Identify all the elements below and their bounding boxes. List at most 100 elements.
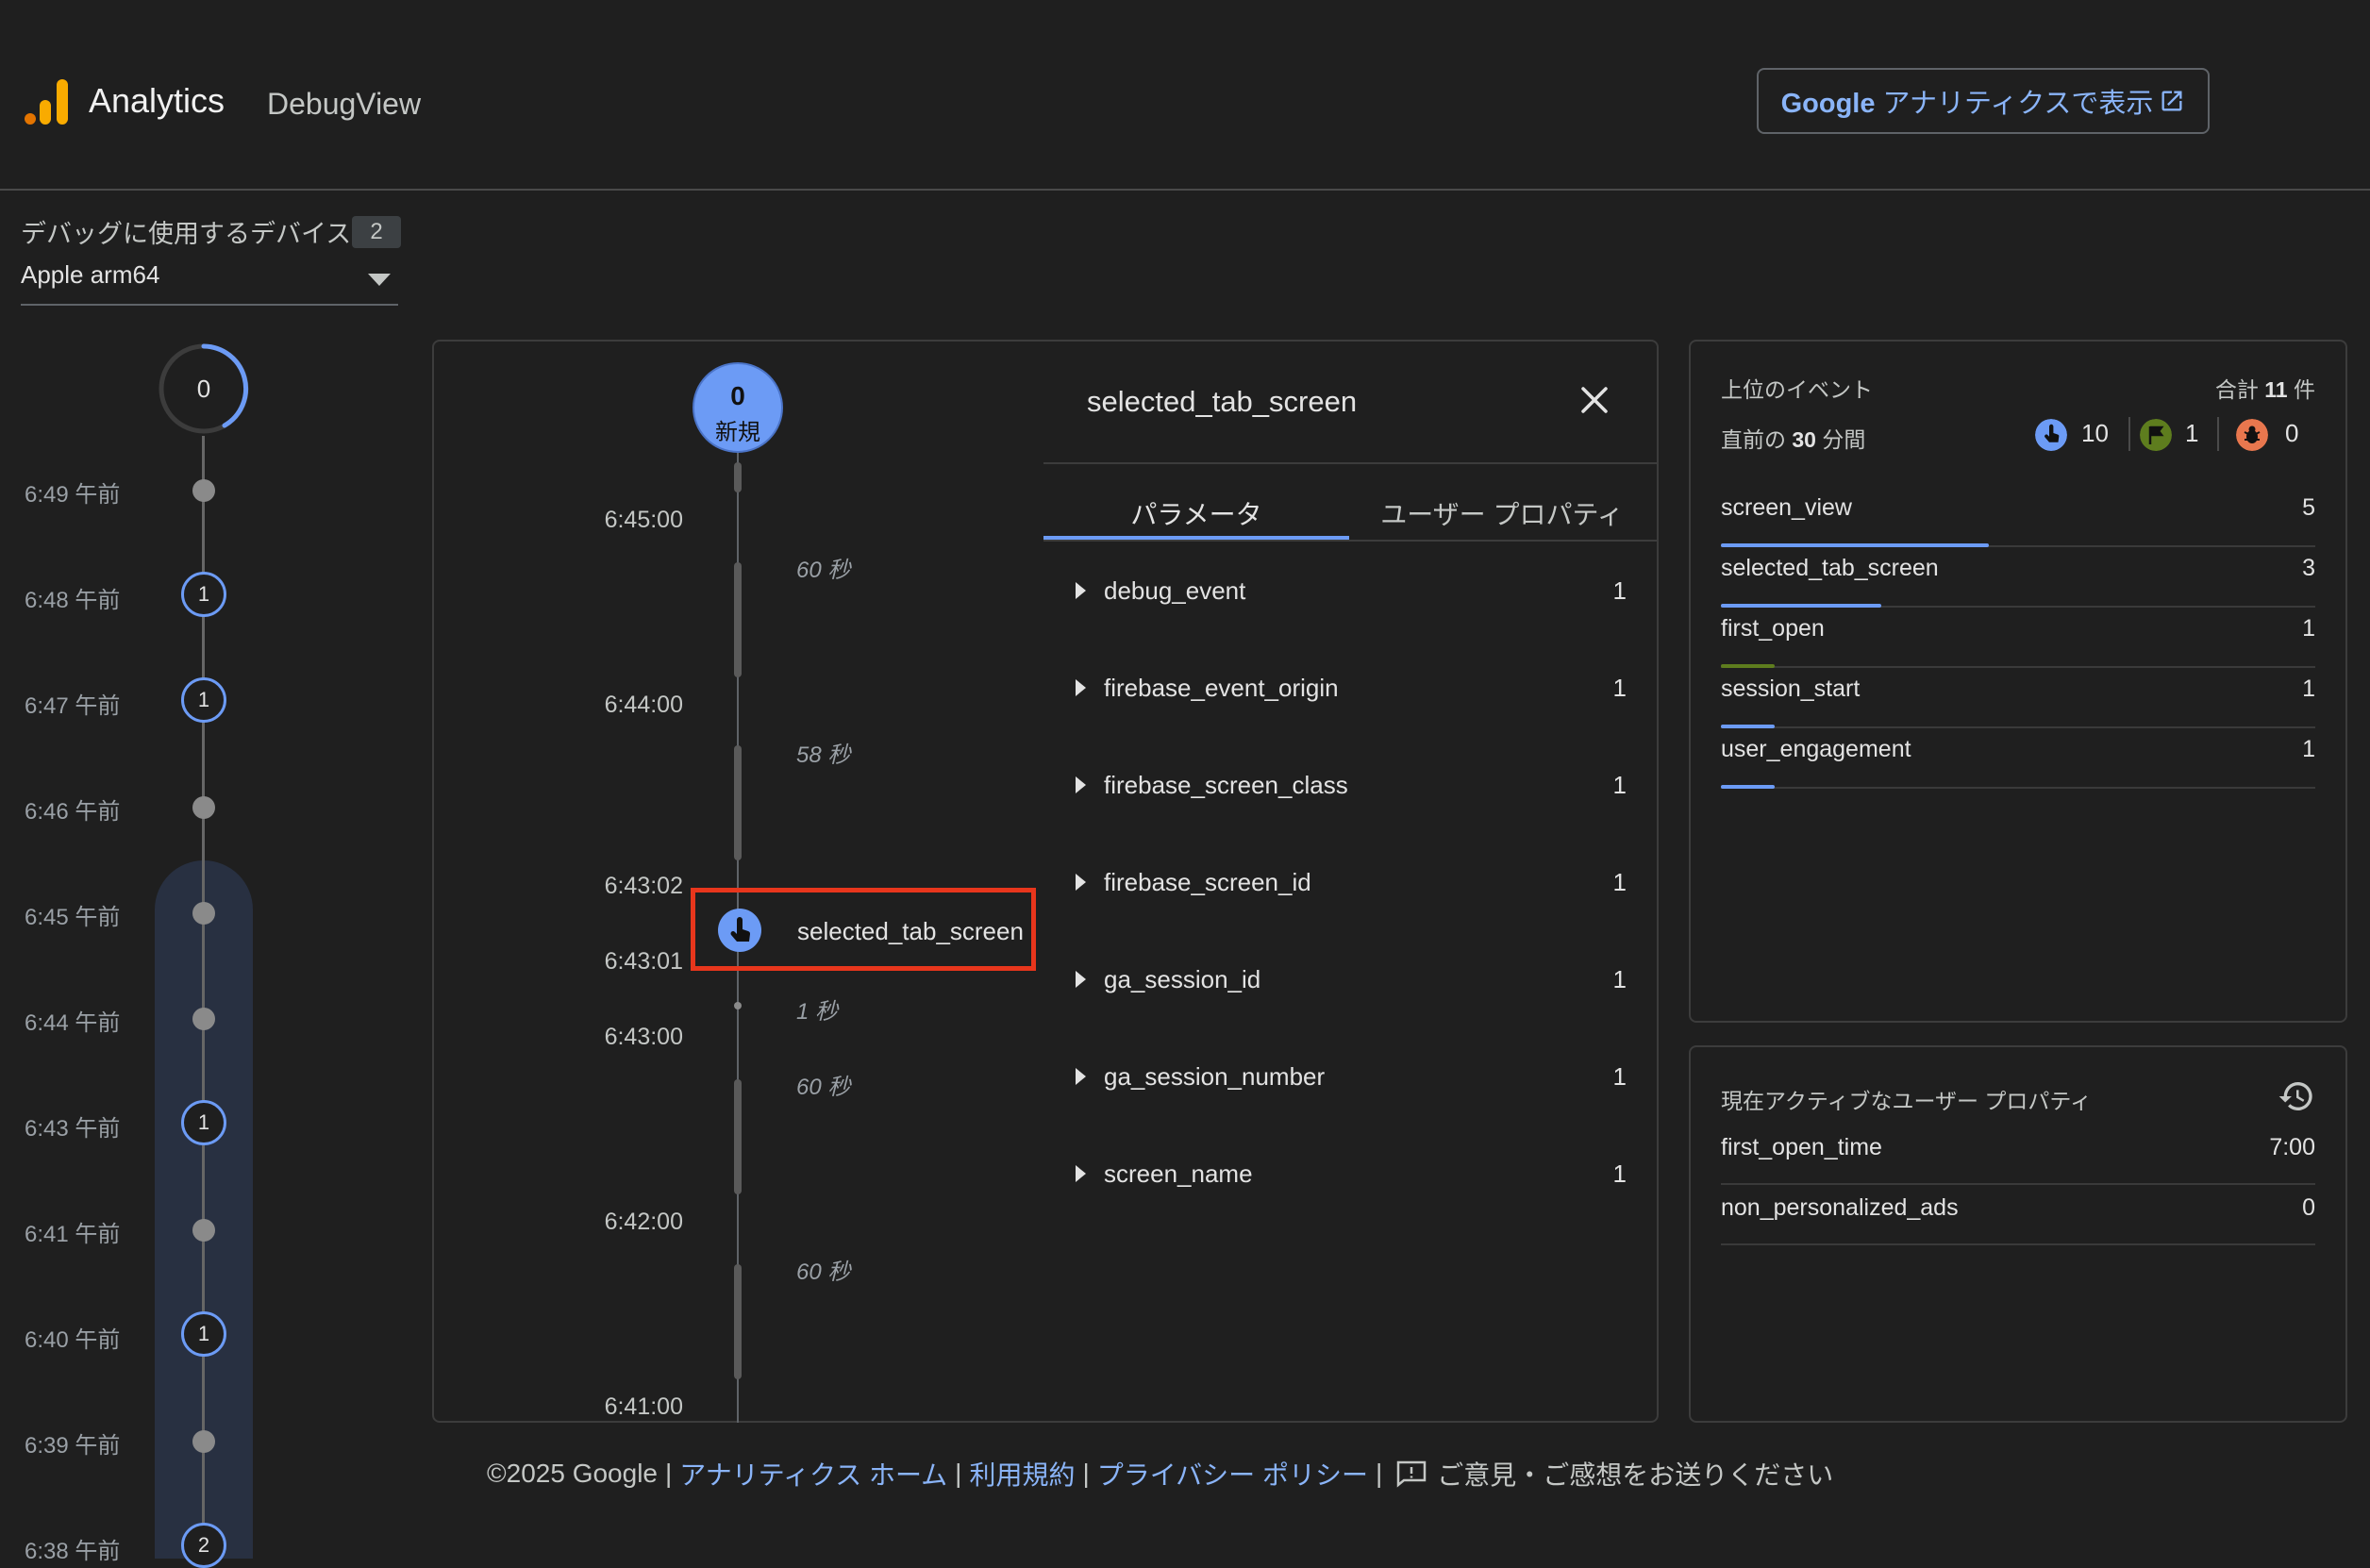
user-property-row[interactable]: non_personalized_ads 0 (1721, 1189, 2315, 1245)
counter-separator (2217, 417, 2219, 451)
timeline-time-label: 6:43:01 (604, 948, 683, 975)
minute-row[interactable]: 6:45 午前 (0, 892, 264, 930)
device-select-value: Apple arm64 (21, 260, 160, 289)
tab-divider (1043, 540, 1657, 542)
minute-event-count[interactable]: 1 (181, 677, 226, 723)
user-property-name: first_open_time (1721, 1134, 1882, 1160)
expand-caret-icon (1076, 776, 1086, 793)
param-row-screen-name[interactable]: screen_name 1 (1072, 1159, 1627, 1197)
minute-empty-dot (192, 479, 215, 502)
param-row-ga-session-number[interactable]: ga_session_number 1 (1072, 1062, 1627, 1100)
timeline-gap-bar (734, 562, 742, 677)
period-prefix: 直前の (1721, 427, 1793, 452)
conversion-flag-icon (2140, 419, 2172, 451)
timeline-time-label: 6:43:00 (604, 1024, 683, 1050)
total-suffix: 件 (2287, 377, 2315, 402)
footer-link-analytics-home[interactable]: アナリティクス ホーム (679, 1455, 947, 1493)
param-row-firebase-screen-id[interactable]: firebase_screen_id 1 (1072, 868, 1627, 906)
total-count: 11 (2264, 377, 2288, 402)
minute-label: 6:40 午前 (25, 1327, 121, 1353)
timeline-time-label: 6:44:00 (604, 692, 683, 718)
minute-row[interactable]: 6:39 午前 (0, 1421, 264, 1459)
close-icon[interactable] (1577, 383, 1611, 417)
param-value: 1 (1612, 674, 1627, 702)
top-event-row-selected-tab-screen[interactable]: selected_tab_screen 3 (1721, 547, 2315, 608)
minute-label: 6:44 午前 (25, 1010, 121, 1036)
timeline-time-label: 6:41:00 (604, 1393, 683, 1420)
touch-icon (718, 909, 761, 952)
new-events-badge[interactable]: 0 新規 (693, 362, 783, 453)
timeline-dot (734, 1002, 742, 1009)
param-value: 1 (1612, 1062, 1627, 1091)
footer-link-terms[interactable]: 利用規約 (969, 1455, 1075, 1493)
param-name: debug_event (1104, 576, 1246, 605)
param-name: ga_session_number (1104, 1062, 1326, 1091)
top-event-row-user-engagement[interactable]: user_engagement 1 (1721, 728, 2315, 789)
param-value: 1 (1612, 965, 1627, 993)
minute-empty-dot (192, 902, 215, 925)
param-row-firebase-event-origin[interactable]: firebase_event_origin 1 (1072, 674, 1627, 711)
error-count: 0 (2285, 419, 2299, 447)
timeline-duration: 60 秒 (796, 1075, 851, 1100)
param-row-debug-event[interactable]: debug_event 1 (1072, 576, 1627, 614)
minute-row[interactable]: 6:44 午前 (0, 998, 264, 1036)
minute-row[interactable]: 6:43 午前 1 (0, 1100, 264, 1145)
param-value: 1 (1612, 1159, 1627, 1188)
timeline-gap-bar (734, 1079, 742, 1194)
active-tab-indicator (1043, 536, 1349, 540)
period-suffix: 分間 (1815, 427, 1866, 452)
timeline-gap-bar (734, 462, 742, 492)
timeline-duration: 60 秒 (796, 558, 851, 583)
top-event-row-first-open[interactable]: first_open 1 (1721, 608, 2315, 668)
top-event-row-session-start[interactable]: session_start 1 (1721, 668, 2315, 728)
event-name: selected_tab_screen (1721, 555, 1939, 581)
period-value: 30 (1792, 427, 1816, 452)
feedback-icon[interactable] (1395, 1460, 1427, 1488)
new-events-count: 0 (730, 381, 745, 410)
device-label: デバッグに使用するデバイス (21, 220, 352, 248)
param-name: firebase_screen_id (1104, 868, 1311, 896)
minute-event-count[interactable]: 2 (181, 1523, 226, 1568)
user-property-value: 0 (2302, 1194, 2315, 1221)
user-properties-title: 現在アクティブなユーザー プロパティ (1721, 1089, 2093, 1113)
param-row-firebase-screen-class[interactable]: firebase_screen_class 1 (1072, 771, 1627, 809)
top-event-row-screen-view[interactable]: screen_view 5 (1721, 487, 2315, 547)
expand-caret-icon (1076, 679, 1086, 696)
event-count: 1 (2302, 736, 2315, 762)
minute-event-count[interactable]: 1 (181, 1311, 226, 1357)
footer: ©2025 Google | アナリティクス ホーム | 利用規約 | プライバ… (487, 1455, 1833, 1493)
tab-parameters[interactable]: パラメータ (1043, 494, 1349, 532)
timeline-duration: 58 秒 (796, 742, 851, 768)
minute-row[interactable]: 6:41 午前 (0, 1209, 264, 1247)
param-name: screen_name (1104, 1159, 1253, 1188)
minute-event-count[interactable]: 1 (181, 1100, 226, 1145)
user-property-row[interactable]: first_open_time 7:00 (1721, 1128, 2315, 1185)
param-row-ga-session-id[interactable]: ga_session_id 1 (1072, 965, 1627, 1003)
minute-row[interactable]: 6:46 午前 (0, 787, 264, 825)
view-in-google-analytics-button[interactable]: Google アナリティクスで表示 (1757, 68, 2210, 134)
expand-caret-icon (1076, 1068, 1086, 1085)
history-icon[interactable] (2278, 1077, 2315, 1115)
ga-button-brand: Google (1780, 89, 1876, 119)
timeline-duration: 60 秒 (796, 1259, 851, 1285)
minute-label: 6:48 午前 (25, 588, 121, 613)
param-value: 1 (1612, 576, 1627, 605)
feedback-link[interactable]: ご意見・ご感想をお送りください (1437, 1455, 1833, 1493)
minute-row[interactable]: 6:49 午前 (0, 470, 264, 508)
minute-row[interactable]: 6:38 午前 2 (0, 1523, 264, 1568)
minute-label: 6:43 午前 (25, 1116, 121, 1142)
ga-button-label: アナリティクスで表示 (1875, 89, 2154, 119)
event-name: first_open (1721, 615, 1825, 642)
footer-separator: | (1375, 1459, 1383, 1488)
minute-event-count[interactable]: 1 (181, 572, 226, 617)
device-select[interactable]: Apple arm64 (21, 260, 398, 306)
minute-row[interactable]: 6:47 午前 1 (0, 677, 264, 723)
timeline-event-selected-tab-screen[interactable]: selected_tab_screen (691, 888, 1036, 971)
tab-user-properties[interactable]: ユーザー プロパティ (1349, 494, 1655, 532)
counter-separator (2128, 417, 2130, 451)
new-events-label: 新規 (715, 420, 760, 445)
param-value: 1 (1612, 868, 1627, 896)
minute-row[interactable]: 6:48 午前 1 (0, 572, 264, 617)
minute-row[interactable]: 6:40 午前 1 (0, 1311, 264, 1357)
footer-link-privacy[interactable]: プライバシー ポリシー (1097, 1455, 1368, 1493)
